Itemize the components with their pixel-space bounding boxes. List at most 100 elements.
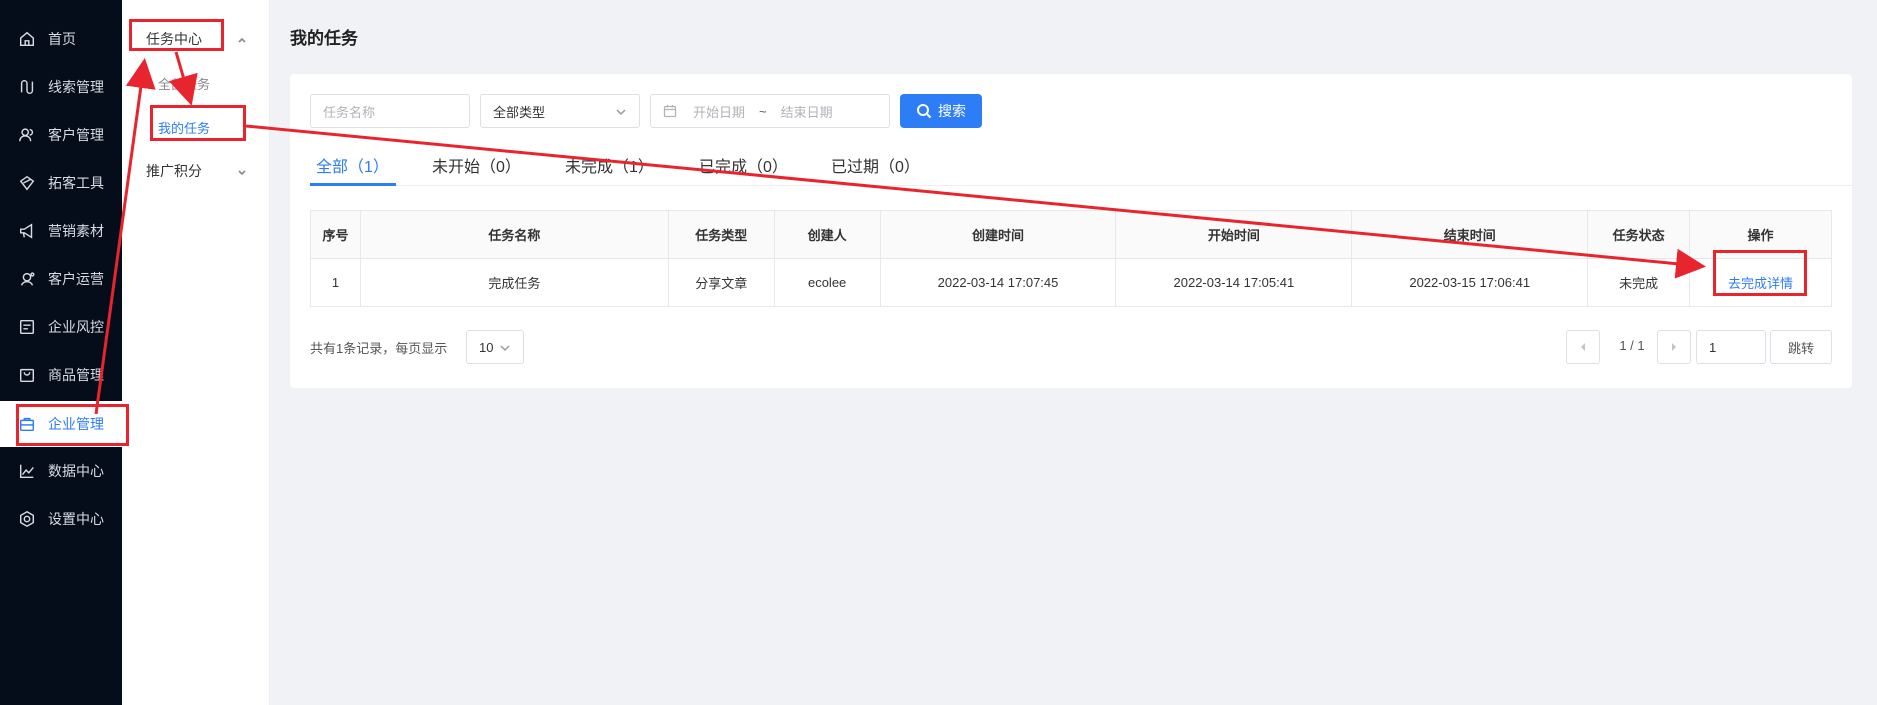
- date-range-picker[interactable]: 开始日期 ~ 结束日期: [650, 94, 890, 128]
- submenu-group-label: 任务中心: [146, 31, 202, 47]
- col-header-task-name: 任务名称: [359, 210, 669, 259]
- calendar-icon: [663, 104, 677, 118]
- clue-icon: [16, 76, 38, 98]
- sidebar-item-label: 数据中心: [48, 463, 104, 479]
- tab-label: 未完成（1）: [565, 159, 654, 176]
- sidebar-item-clues[interactable]: 线索管理: [0, 64, 122, 110]
- page-size-value: 10: [479, 339, 494, 355]
- sidebar-item-data[interactable]: 数据中心: [0, 448, 122, 494]
- bag-icon: [16, 364, 38, 386]
- tab-not-started[interactable]: 未开始（0）: [432, 144, 521, 186]
- cell-task-name: 完成任务: [359, 258, 669, 307]
- secondary-menu: 任务中心 全部任务 我的任务 推广积分: [122, 0, 270, 705]
- sidebar-item-customers[interactable]: 客户管理: [0, 112, 122, 158]
- cell-action: 去完成详情: [1689, 258, 1832, 307]
- submenu-item-label: 我的任务: [158, 120, 211, 136]
- tool-icon: [16, 172, 38, 194]
- col-header-created-time: 创建时间: [879, 210, 1117, 259]
- risk-icon: [16, 316, 38, 338]
- submenu-item-my-tasks[interactable]: 我的任务: [122, 110, 270, 144]
- page-info: 1 / 1: [1619, 338, 1645, 353]
- end-date-placeholder: 结束日期: [780, 104, 833, 120]
- sidebar-item-label: 商品管理: [48, 367, 104, 383]
- tab-all[interactable]: 全部（1）: [316, 144, 389, 186]
- task-name-input[interactable]: 任务名称: [310, 94, 470, 128]
- tab-label: 已过期（0）: [831, 159, 920, 176]
- sidebar-item-label: 线索管理: [48, 79, 104, 95]
- task-type-select[interactable]: 全部类型: [480, 94, 640, 128]
- prev-page-button[interactable]: [1566, 330, 1600, 364]
- cell-task-type: 分享文章: [667, 258, 775, 307]
- chevron-up-icon: [236, 33, 248, 45]
- chevron-down-icon: [236, 165, 248, 177]
- sidebar-item-label: 首页: [48, 31, 76, 47]
- col-header-action: 操作: [1689, 210, 1832, 259]
- chevron-down-icon: [615, 106, 627, 118]
- home-icon: [16, 28, 38, 50]
- users-icon: [16, 124, 38, 146]
- sidebar-item-home[interactable]: 首页: [0, 16, 122, 62]
- primary-sidebar: 首页 线索管理 客户管理 拓客工具 营销素材 客户运营 企业风控 商品管理 企业…: [0, 0, 122, 705]
- search-button[interactable]: 搜索: [900, 94, 982, 128]
- table-row: 1 完成任务 分享文章 ecolee 2022-03-14 17:07:45 2…: [310, 258, 1832, 307]
- search-button-label: 搜索: [938, 103, 966, 119]
- caret-left-icon: [1581, 343, 1585, 351]
- submenu-item-all-tasks[interactable]: 全部任务: [122, 66, 270, 100]
- record-summary: 共有1条记录，每页显示: [310, 341, 448, 356]
- date-separator: ~: [759, 103, 767, 119]
- submenu-item-label: 全部任务: [158, 76, 211, 92]
- jump-button-label: 跳转: [1787, 340, 1814, 356]
- col-header-status: 任务状态: [1587, 210, 1691, 259]
- tab-label: 全部（1）: [316, 159, 389, 176]
- col-header-end-time: 结束时间: [1351, 210, 1589, 259]
- submenu-group-promotion[interactable]: 推广积分: [122, 153, 270, 189]
- cell-index: 1: [310, 258, 361, 307]
- task-table: 序号 任务名称 任务类型 创建人 创建时间 开始时间 结束时间 任务状态 操作 …: [310, 210, 1832, 307]
- task-card: 任务名称 全部类型 开始日期 ~ 结束日期 搜索 全部（1） 未开始（0） 未完…: [290, 74, 1852, 388]
- col-header-task-type: 任务类型: [667, 210, 775, 259]
- submenu-group-label: 推广积分: [146, 163, 202, 179]
- sidebar-item-settings[interactable]: 设置中心: [0, 496, 122, 542]
- tab-label: 已完成（0）: [699, 159, 788, 176]
- sidebar-item-risk[interactable]: 企业风控: [0, 304, 122, 350]
- operation-icon: [16, 268, 38, 290]
- tab-unfinished[interactable]: 未完成（1）: [565, 144, 654, 186]
- page-title: 我的任务: [290, 29, 358, 48]
- cell-start-time: 2022-03-14 17:05:41: [1115, 258, 1353, 307]
- complete-details-link[interactable]: 去完成详情: [1728, 276, 1793, 291]
- sidebar-item-materials[interactable]: 营销素材: [0, 208, 122, 254]
- cell-status: 未完成: [1587, 258, 1691, 307]
- settings-icon: [16, 508, 38, 530]
- cell-end-time: 2022-03-15 17:06:41: [1351, 258, 1589, 307]
- sidebar-item-label: 拓客工具: [48, 175, 104, 191]
- task-name-placeholder: 任务名称: [323, 104, 376, 120]
- search-icon: [917, 104, 932, 119]
- col-header-creator: 创建人: [773, 210, 881, 259]
- table-header-row: 序号 任务名称 任务类型 创建人 创建时间 开始时间 结束时间 任务状态 操作: [310, 210, 1832, 259]
- sidebar-item-label: 客户运营: [48, 271, 104, 287]
- jump-button[interactable]: 跳转: [1770, 330, 1832, 364]
- col-header-index: 序号: [310, 210, 361, 259]
- submenu-group-task-center[interactable]: 任务中心: [122, 21, 270, 57]
- page-size-select[interactable]: 10: [466, 330, 524, 364]
- sidebar-item-tools[interactable]: 拓客工具: [0, 160, 122, 206]
- col-header-start-time: 开始时间: [1115, 210, 1353, 259]
- tab-expired[interactable]: 已过期（0）: [831, 144, 920, 186]
- sidebar-item-label: 企业管理: [48, 416, 104, 432]
- start-date-placeholder: 开始日期: [693, 104, 746, 120]
- sidebar-item-label: 设置中心: [48, 511, 104, 527]
- sidebar-item-operations[interactable]: 客户运营: [0, 256, 122, 302]
- sidebar-item-products[interactable]: 商品管理: [0, 352, 122, 398]
- cell-creator: ecolee: [773, 258, 881, 307]
- sidebar-item-label: 客户管理: [48, 127, 104, 143]
- next-page-button[interactable]: [1657, 330, 1691, 364]
- sidebar-item-enterprise[interactable]: 企业管理: [0, 401, 122, 447]
- active-tab-indicator: [310, 183, 396, 186]
- tab-completed[interactable]: 已完成（0）: [699, 144, 788, 186]
- tab-label: 未开始（0）: [432, 159, 521, 176]
- megaphone-icon: [16, 220, 38, 242]
- jump-page-value: 1: [1709, 339, 1717, 355]
- cell-created-time: 2022-03-14 17:07:45: [879, 258, 1117, 307]
- chevron-down-icon: [499, 342, 511, 354]
- jump-page-input[interactable]: 1: [1696, 330, 1766, 364]
